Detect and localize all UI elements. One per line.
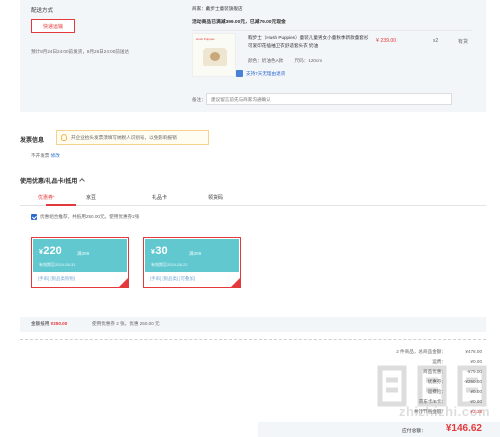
remark-input[interactable] [206,93,452,105]
tab-coupons-label: 优惠券 [38,195,54,201]
coupon-tabs: 优惠券* 京豆 礼品卡 领货码 [20,192,486,206]
invoice-tip: 开企业抬头发票须填写纳税人识别号，以免影响报销 [56,130,209,145]
coupon-card[interactable]: ¥30 满399 有效期至2024-08-22 [手串] [限品类] [可叠加] [143,237,241,288]
invoice-line: 不开发票 修改 [31,153,60,159]
coupon-validity: 有效期至2024-08-22 [151,262,188,267]
coupon-face: ¥220 满399 有效期至2024-08-31 [33,239,127,272]
discount-amount: ¥250.00 [50,321,68,326]
coupon-condition: 满399 [77,251,90,256]
product-size: 尺码：120cm [294,58,323,63]
return-service-label: 支持7天无理由退货 [246,70,286,76]
discount-summary-bar: 金额抵用 ¥250.00 使用优惠券 2 张，优惠 250.00 元 [20,317,486,332]
invoice-current: 不开发票 [31,153,50,158]
payable-amount: ¥146.62 [445,423,482,434]
product-price: ¥ 239.00 [376,38,397,44]
discount-label: 金额抵用 [31,321,50,326]
product-quantity: x2 [433,38,439,44]
shipping-note: 预计8月24日24:00前发货，8月26日24:00前送达 [31,49,130,54]
return-service[interactable]: 支持7天无理由退货 [236,70,285,77]
payable-label: 应付总额： [402,429,426,434]
tab-jingdou[interactable]: 京豆 [86,194,96,201]
coupon-validity: 有效期至2024-08-31 [39,262,76,267]
tab-pickup-code[interactable]: 领货码 [208,194,223,201]
product-name[interactable]: 暇步士（Hush Puppies）童装儿童男女小童秋季新款童套衫可爱印花插袖卫衣… [248,34,370,49]
discount-summary: 金额抵用 ¥250.00 [31,321,67,327]
merge-text: 优惠组合推荐，共抵用250.00元。使用优惠券2张 [40,214,140,219]
brand-mark: Hush Puppies [196,37,215,41]
tab-coupons[interactable]: 优惠券* [38,194,55,201]
stock-status: 有货 [458,39,469,45]
product-thumbnail[interactable]: Hush Puppies [192,33,236,77]
selected-corner-icon [231,278,240,287]
cart-item: Hush Puppies 暇步士（Hush Puppies）童装儿童男女小童秋季… [192,30,472,82]
coupon-amount: ¥30 [151,245,168,257]
shipping-title: 配送方式 [31,8,54,14]
tab-gift-card[interactable]: 礼品卡 [152,194,167,201]
shipping-method-button[interactable]: 快递运输 [31,19,75,33]
service-icon [236,70,243,77]
coupon-section-title[interactable]: 使用优惠/礼品卡/抵用 [20,176,86,185]
chevron-up-icon [79,178,86,184]
total-value: ¥478.00 [465,349,482,354]
discount-detail: 使用优惠券 2 张，优惠 250.00 元 [92,321,160,326]
seller-label: 商家： [192,6,206,11]
merge-checkbox[interactable] [31,214,37,220]
product-spec: 颜色：奶油色A款 尺码：120cm [248,58,332,64]
invoice-tip-text: 开企业抬头发票须填写纳税人识别号，以免影响报销 [71,135,177,140]
coupon-merge-row[interactable]: 优惠组合推荐，共抵用250.00元。使用优惠券2张 [31,214,139,220]
coupon-amount: ¥220 [39,245,62,257]
product-color: 颜色：奶油色A款 [248,58,284,63]
total-label: 2 件商品，总商品金额： [396,349,446,354]
divider [20,339,486,340]
active-tab-indicator [46,204,76,206]
watermark-text: zhizhizhi.com [399,404,490,419]
coupon-value: 220 [43,245,62,257]
promo-line: 活动商品已满减399.00元，已减79.00元现金 [192,20,286,25]
coupon-card[interactable]: ¥220 满399 有效期至2024-08-31 [手串] [限品类购物] [31,237,129,288]
selected-corner-icon [119,278,128,287]
coupon-tags: [手串] [限品类] [可叠加] [150,276,195,281]
lightbulb-icon [61,134,67,141]
coupon-condition: 满399 [189,251,202,256]
coupon-value: 30 [155,245,168,257]
total-row: 2 件商品，总商品金额： ¥478.00 [372,349,482,359]
payable-bar: 应付总额： ¥146.62 [258,422,500,437]
coupon-face: ¥30 满399 有效期至2024-08-22 [145,239,239,272]
required-star-icon: * [53,194,55,199]
remark-label: 备注： [192,97,206,102]
invoice-title: 发票信息 [20,138,45,144]
seller-name[interactable]: 戴步士童装旗舰店 [206,6,243,11]
coupon-tags: [手串] [限品类购物] [38,276,75,281]
invoice-edit-link[interactable]: 修改 [51,153,60,158]
seller-line: 商家：戴步士童装旗舰店 [192,6,243,12]
coupon-section-label: 使用优惠/礼品卡/抵用 [20,179,78,185]
dog-logo-image [210,52,220,61]
